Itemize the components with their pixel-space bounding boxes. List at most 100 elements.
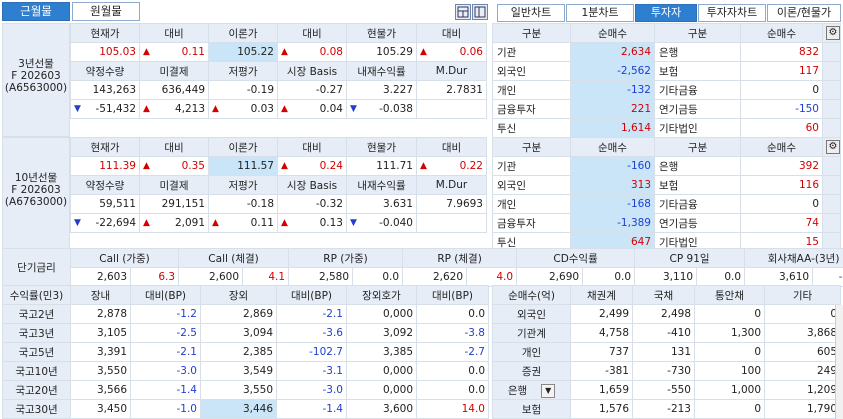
cell-text: 0.24 [319,160,343,172]
futures-row: 현재가 대비 이론가 대비 현물가 대비 [70,23,487,43]
down-arrow-icon: ▼ [350,104,357,114]
netbuy-value: 1,576 [570,399,633,419]
value-cell: -0.32 [277,194,347,214]
yield-value: 2,385 [200,342,277,362]
column-header: 대비 [139,23,209,43]
bond-name: 국고5년 [2,342,71,362]
up-arrow-icon: ▲ [420,47,427,57]
split-view-icon[interactable] [472,4,488,20]
column-header: RP (체결) [402,248,518,268]
cell-text: 0.35 [181,160,205,172]
dropdown-icon[interactable]: ▼ [541,383,556,398]
value-cell: 105.03 [70,42,140,62]
netbuy-value: -213 [632,399,695,419]
netbuy-value: 4,758 [570,323,633,343]
netbuy-row: 개인 737 131 0 605 [492,342,841,362]
investor-value: 832 [740,42,823,62]
investor-row: 개인 -168 기타금융 0 [492,194,841,214]
yield-value: 0.0 [416,380,489,400]
tab-1min-chart[interactable]: 1분차트 [566,4,634,22]
column-header: 대비 [277,23,347,43]
rate-value: 2,690 [516,267,584,287]
investor-value: 0 [740,80,823,100]
netbuy-row: 증권 -381 -730 100 249 [492,361,841,381]
yield-value: 3,385 [346,342,417,362]
column-header: Call (체결) [178,248,290,268]
yield-value: 14.0 [416,399,489,419]
value-cell: ▲ 0.13 [277,213,347,233]
investor-value: 116 [740,175,823,195]
cell-text: 111.71 [376,160,413,172]
netbuy-value: 2,499 [570,304,633,324]
netbuy-scrollbar[interactable] [835,305,843,419]
tab-investor-chart[interactable]: 투자자차트 [698,4,766,22]
up-arrow-icon: ▲ [212,104,219,114]
cell-text: 증권 [521,365,542,378]
yield-table: 수익률(민3) 장내 대비(BP) 장외 대비(BP) 장외호가 대비(BP) 국고2년 2,8… [2,285,489,419]
investor-type: 은행 [654,156,741,176]
tab-investor[interactable]: 투자자 [635,4,697,22]
investor-type[interactable]: 은행 ▼ [492,380,571,400]
layout-icon[interactable] [455,4,471,20]
value-cell: ▼ -22,694 [70,213,140,233]
cell-text: 보험 [521,403,542,416]
futures-row: 약정수량 미결제 저평가 시장 Basis 내재수익률 M.Dur [70,61,487,81]
tab-near-month[interactable]: 근월물 [2,2,70,21]
rate-change: 0.0 [352,267,404,287]
yield-value: -2.1 [276,304,347,324]
yield-value: 3,550 [70,361,131,381]
investor-type: 은행 [654,42,741,62]
investor-type: 기관계 [492,323,571,343]
settings-cell[interactable]: ⚙ [822,23,841,43]
value-cell: ▲ 0.24 [277,156,347,176]
tab-theory-spot[interactable]: 이론/현물가 [767,4,841,22]
netbuy-value: 0 [694,304,765,324]
column-header: 대비 [416,23,487,43]
gear-icon[interactable]: ⚙ [826,140,840,154]
gear-icon[interactable]: ⚙ [826,26,840,40]
rate-value: 3,610 [744,267,814,287]
column-header: 구분 [492,137,571,157]
column-header: 대비(BP) [130,285,201,305]
cell-text: 2.7831 [446,84,483,96]
investor-value: 117 [740,61,823,81]
value-cell: ▲ 4,213 [139,99,209,119]
cell-text: 3.631 [382,198,413,210]
investor-value: 392 [740,156,823,176]
bond-name: 국고2년 [2,304,71,324]
value-cell: 111.39 [70,156,140,176]
tab-general-chart[interactable]: 일반차트 [497,4,565,22]
rate-change: 4.0 [466,267,518,287]
tab-far-month[interactable]: 원월물 [72,2,140,21]
cell-text: -0.040 [379,217,413,229]
settings-cell[interactable]: ⚙ [822,137,841,157]
value-cell [416,213,487,233]
cell-text: 105.03 [99,46,136,58]
cell-text: 0.03 [250,103,274,115]
spacer-cell [822,156,841,176]
up-arrow-icon: ▲ [143,104,150,114]
yield-value: 3,566 [70,380,131,400]
cell-text: -0.18 [246,198,274,210]
rate-change: 4.1 [242,267,290,287]
up-arrow-icon: ▲ [281,161,288,171]
futures-row: 111.39 ▲ 0.35 111.57 ▲ 0.24 111.71 ▲ 0.22 [70,156,487,176]
value-cell: 636,449 [139,80,209,100]
column-header: 이론가 [208,137,278,157]
bond-name: 국고10년 [2,361,71,381]
investor-type: 보험 [492,399,571,419]
investor-header-row: 구분 순매수 구분 순매수 ⚙ [492,137,841,157]
cell-text: 은행 [507,384,528,397]
spacer-cell [822,80,841,100]
investor-type: 외국인 [492,175,571,195]
column-header: 현재가 [70,23,140,43]
investor-type: 기타금융 [654,194,741,214]
value-cell: 143,263 [70,80,140,100]
yield-value: 0,000 [346,304,417,324]
investor-value: -1,389 [570,213,655,233]
up-arrow-icon: ▲ [143,47,150,57]
short-rate-label: 단기금리 [2,248,71,287]
column-header: 순매수(억) [492,285,571,305]
yield-value: 2,878 [70,304,131,324]
yield-value: 3,446 [200,399,277,419]
